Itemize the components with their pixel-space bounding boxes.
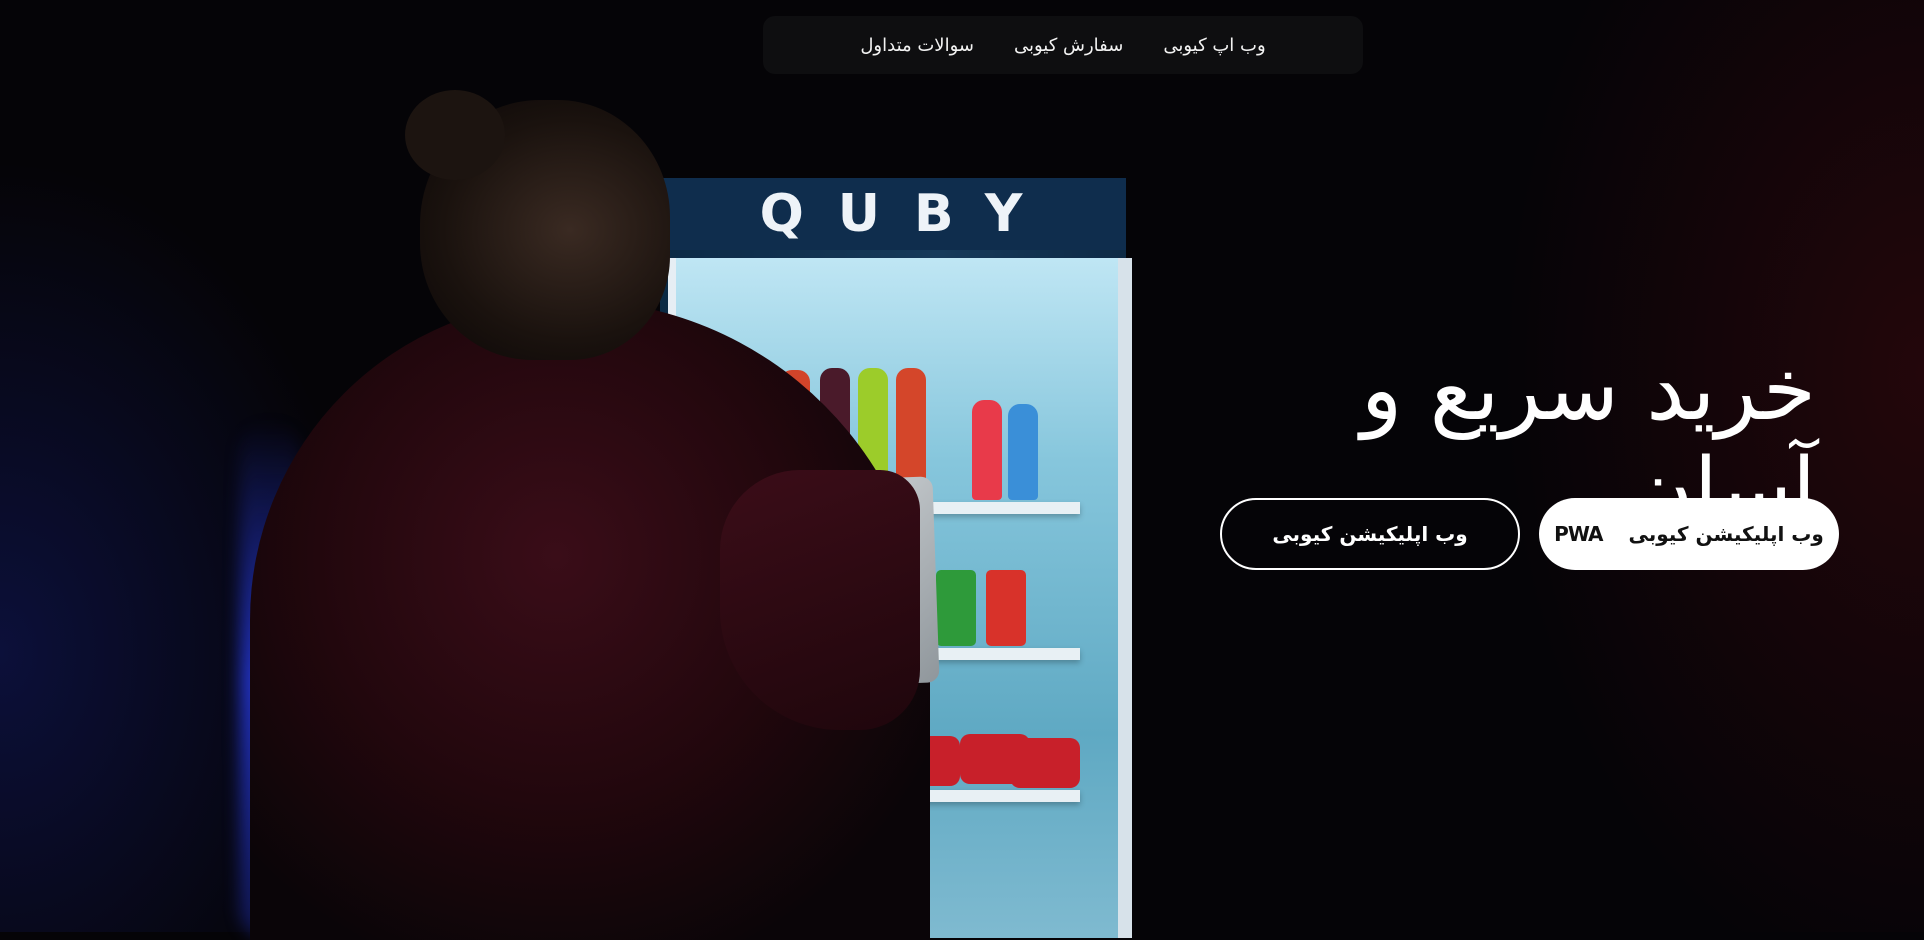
pwa-web-app-button[interactable]: وب اپلیکیشن کیوبی PWA <box>1539 498 1839 570</box>
hero-photo: QUBY <box>0 0 1180 940</box>
bottle <box>1008 404 1038 500</box>
button-label: وب اپلیکیشن کیوبی <box>1272 522 1468 546</box>
can <box>986 570 1026 646</box>
nav-faq[interactable]: سوالات متداول <box>860 35 974 56</box>
nav-web-app[interactable]: وب اپ کیوبی <box>1163 35 1265 56</box>
pwa-badge-icon: PWA <box>1554 522 1603 546</box>
nav-order[interactable]: سفارش کیوبی <box>1014 35 1123 56</box>
web-app-button[interactable]: وب اپلیکیشن کیوبی <box>1220 498 1520 570</box>
bottle <box>972 400 1002 500</box>
top-navbar: وب اپ کیوبی سفارش کیوبی سوالات متداول <box>763 16 1363 74</box>
can <box>936 570 976 646</box>
fridge-brand-sign: QUBY <box>660 178 1126 250</box>
snack-bag <box>1010 738 1080 788</box>
person-hair-bun <box>405 90 505 180</box>
button-label: وب اپلیکیشن کیوبی <box>1628 522 1824 546</box>
